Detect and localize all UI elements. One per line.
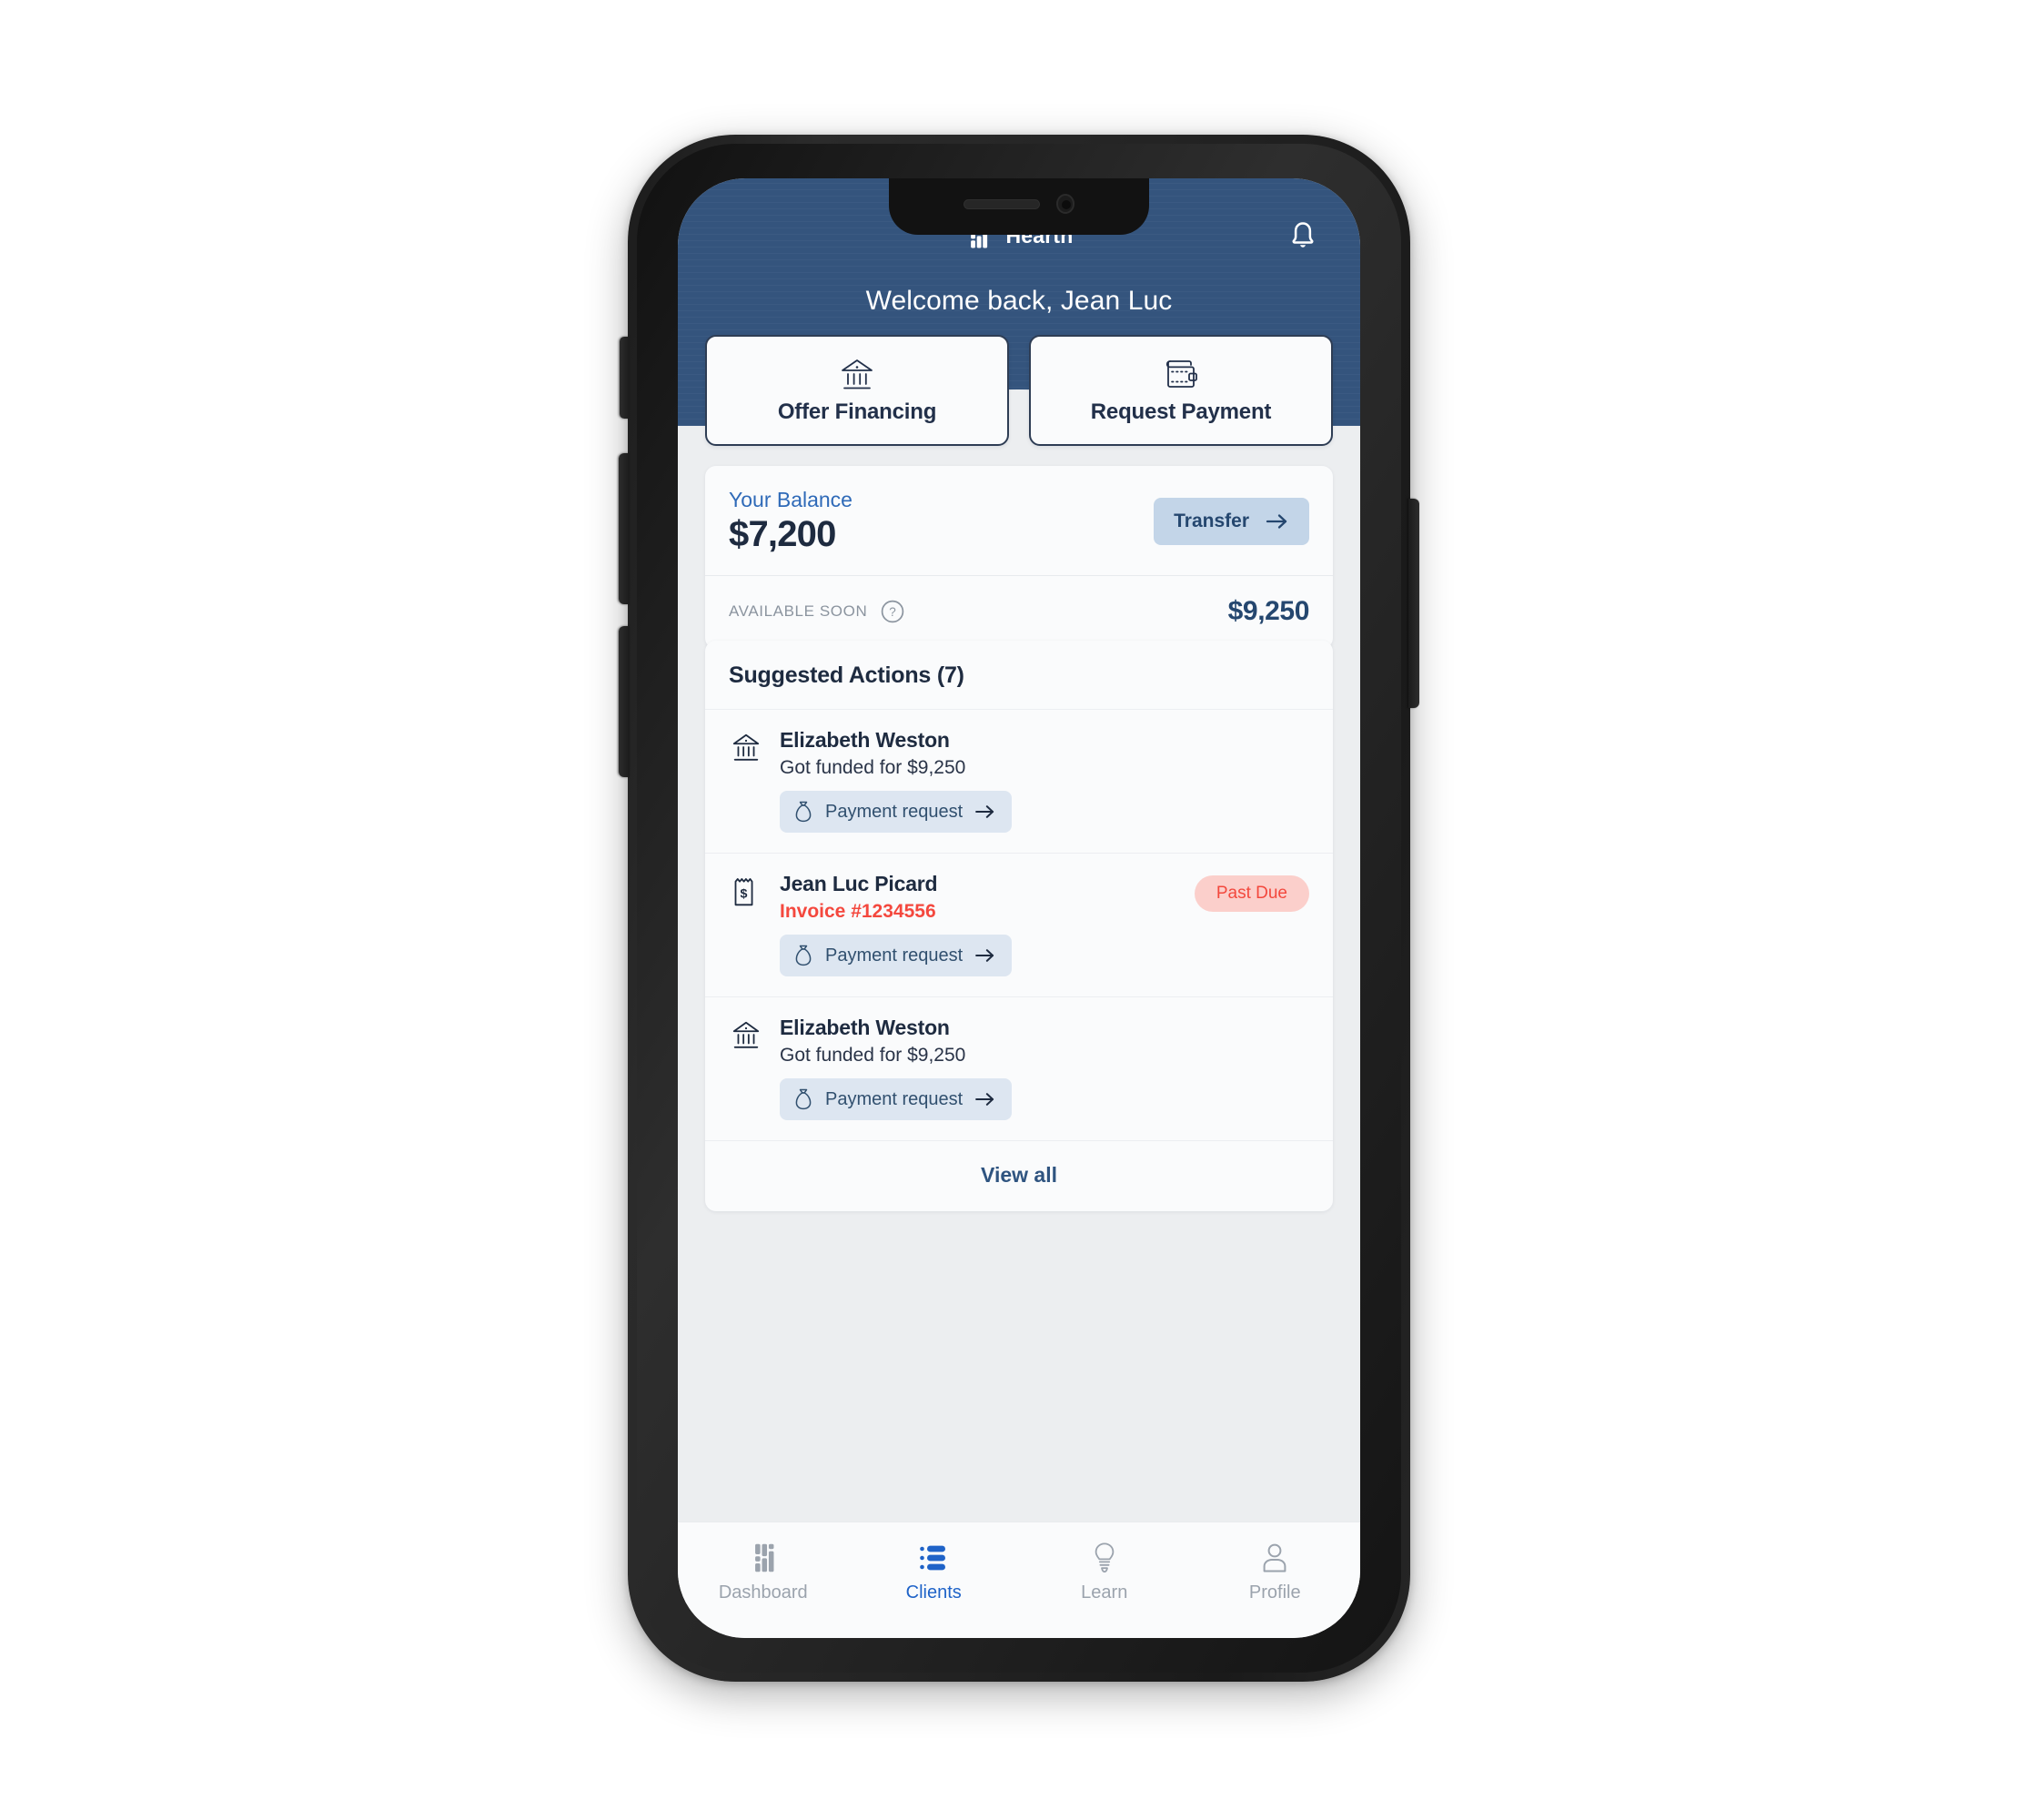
balance-label: Your Balance [729, 488, 853, 511]
wallet-icon [1162, 356, 1200, 394]
question-circle-icon[interactable]: ? [880, 599, 905, 624]
svg-text:$: $ [741, 887, 748, 902]
screenshot-canvas: Hearth Welcome back, Jean Luc Offer Fina… [0, 0, 2038, 1820]
lightbulb-icon [1091, 1541, 1118, 1575]
transfer-label: Transfer [1174, 511, 1249, 531]
transfer-button[interactable]: Transfer [1154, 498, 1309, 545]
payment-request-chip[interactable]: Payment request [780, 791, 1013, 833]
nav-label-learn: Learn [1081, 1582, 1128, 1603]
person-icon [1260, 1541, 1289, 1575]
request-payment-button[interactable]: Request Payment [1029, 335, 1333, 446]
bank-icon [837, 356, 877, 394]
chip-label: Payment request [825, 945, 964, 966]
phone-screen: Hearth Welcome back, Jean Luc Offer Fina… [678, 178, 1360, 1638]
balance-amount: $7,200 [729, 514, 836, 554]
chip-label: Payment request [825, 1088, 964, 1109]
nav-item-profile[interactable]: Profile [1190, 1522, 1361, 1638]
arrow-right-icon [1266, 514, 1287, 529]
volume-down-button[interactable] [619, 626, 630, 777]
nav-item-learn[interactable]: Learn [1019, 1522, 1190, 1638]
svg-text:?: ? [890, 605, 897, 619]
payment-request-chip[interactable]: Payment request [780, 1078, 1013, 1120]
nav-label-dashboard: Dashboard [718, 1582, 808, 1603]
suggested-actions-card: Suggested Actions (7) Elizabeth Weston G… [705, 641, 1333, 1211]
available-soon-group: AVAILABLE SOON ? [729, 599, 905, 624]
earpiece-speaker [964, 198, 1040, 209]
notifications-button[interactable] [1284, 217, 1322, 255]
arrow-right-icon [975, 1093, 994, 1106]
chip-label: Payment request [825, 801, 964, 822]
nav-label-clients: Clients [905, 1582, 962, 1603]
list-item[interactable]: Elizabeth Weston Got funded for $9,250 P… [705, 709, 1333, 853]
power-button[interactable] [1408, 499, 1419, 708]
nav-item-clients[interactable]: Clients [849, 1522, 1020, 1638]
quick-actions-row: Offer Financing Request Payment [705, 335, 1333, 446]
balance-text-group: Your Balance $7,200 [729, 488, 853, 555]
offer-financing-button[interactable]: Offer Financing [705, 335, 1009, 446]
nav-item-dashboard[interactable]: Dashboard [678, 1522, 849, 1638]
money-bag-icon [795, 945, 812, 966]
offer-financing-label: Offer Financing [777, 399, 937, 424]
list-icon [918, 1541, 949, 1575]
front-camera [1056, 194, 1074, 214]
view-all-button[interactable]: View all [705, 1140, 1333, 1211]
hearth-logo-icon [748, 1541, 779, 1575]
available-soon-amount: $9,250 [1227, 596, 1310, 626]
bank-icon [729, 728, 763, 833]
balance-main-row: Your Balance $7,200 Transfer [705, 466, 1333, 575]
client-subtitle: Got funded for $9,250 [780, 757, 966, 778]
bottom-navigation-bar: Dashboard Clients Learn Profile [678, 1522, 1360, 1638]
bank-icon [729, 1016, 763, 1120]
mute-switch-button[interactable] [620, 337, 630, 419]
device-notch [889, 178, 1149, 235]
arrow-right-icon [975, 949, 994, 962]
phone-device-frame: Hearth Welcome back, Jean Luc Offer Fina… [619, 135, 1419, 1682]
suggested-actions-title: Suggested Actions (7) [729, 662, 964, 688]
request-payment-label: Request Payment [1090, 399, 1272, 424]
list-item-body: Elizabeth Weston Got funded for $9,250 P… [780, 1016, 1309, 1120]
arrow-right-icon [975, 805, 994, 818]
money-bag-icon [795, 801, 812, 823]
status-badge: Past Due [1194, 875, 1309, 912]
client-subtitle: Got funded for $9,250 [780, 1045, 966, 1066]
list-item[interactable]: Elizabeth Weston Got funded for $9,250 P… [705, 996, 1333, 1140]
bell-icon [1292, 222, 1314, 248]
client-name: Elizabeth Weston [780, 728, 950, 752]
invoice-icon: $ [729, 872, 763, 976]
available-soon-row: AVAILABLE SOON ? $9,250 [705, 575, 1333, 649]
list-item-body: Elizabeth Weston Got funded for $9,250 P… [780, 728, 1309, 833]
welcome-message: Welcome back, Jean Luc [865, 286, 1173, 316]
nav-label-profile: Profile [1248, 1582, 1301, 1603]
payment-request-chip[interactable]: Payment request [780, 935, 1013, 976]
volume-up-button[interactable] [619, 453, 630, 604]
available-soon-label: AVAILABLE SOON [729, 602, 868, 620]
balance-card: Your Balance $7,200 Transfer AVAILABLE S… [705, 466, 1333, 649]
client-name: Elizabeth Weston [780, 1016, 950, 1039]
money-bag-icon [795, 1088, 812, 1110]
list-item[interactable]: $ Jean Luc Picard Invoice #1234556 Payme… [705, 853, 1333, 996]
